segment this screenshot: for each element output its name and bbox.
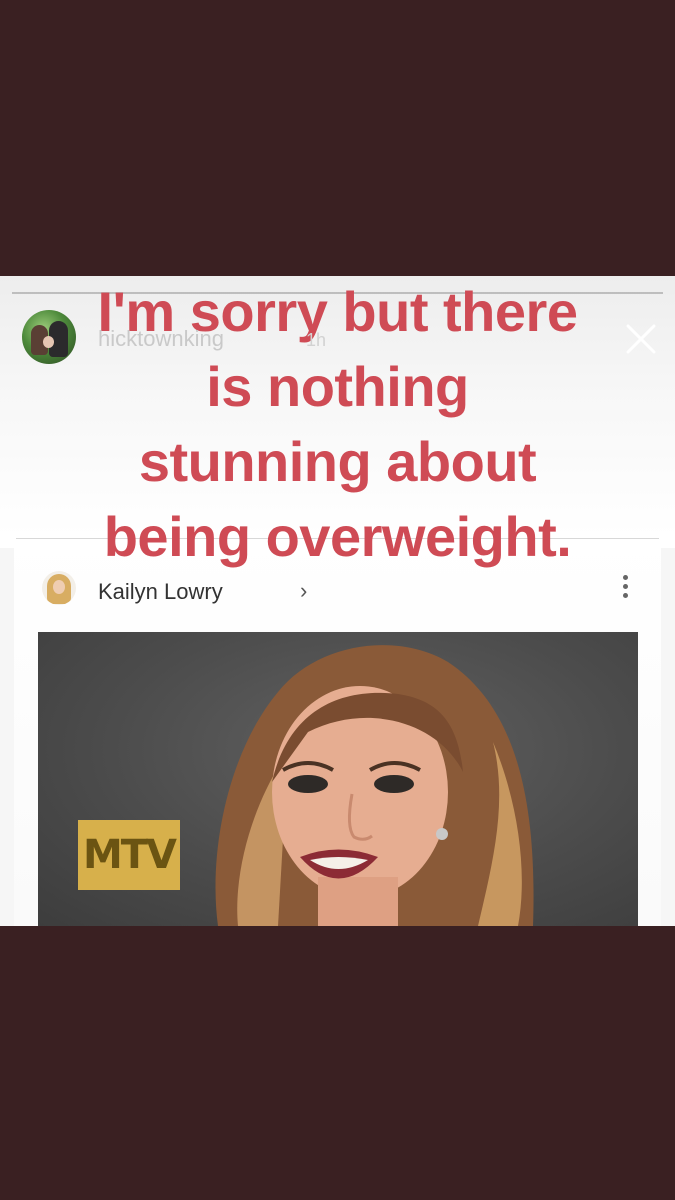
caption-line: stunning about (138, 430, 537, 493)
more-dots-icon[interactable] (622, 575, 630, 605)
story-timestamp: 1h (306, 330, 327, 350)
mtv-logo: MTV (78, 820, 180, 890)
screen: Kailyn Lowry › MTV I'm sorry but there i… (0, 0, 675, 1200)
story-username[interactable]: hicktownking (98, 326, 224, 352)
right-frame (661, 548, 675, 926)
caption-line: being overweight. (103, 505, 572, 568)
story-card: Kailyn Lowry › MTV I'm sorry but there i… (0, 276, 675, 926)
post-author-avatar[interactable] (42, 571, 76, 605)
caption-line: is nothing (206, 355, 469, 418)
post-photo: MTV (38, 632, 638, 926)
story-caption: I'm sorry but there is nothing stunning … (0, 276, 675, 574)
post-author-name[interactable]: Kailyn Lowry (98, 579, 223, 605)
chevron-right-icon[interactable]: › (300, 578, 307, 604)
left-frame (0, 548, 14, 926)
post-header: Kailyn Lowry › (38, 567, 638, 617)
